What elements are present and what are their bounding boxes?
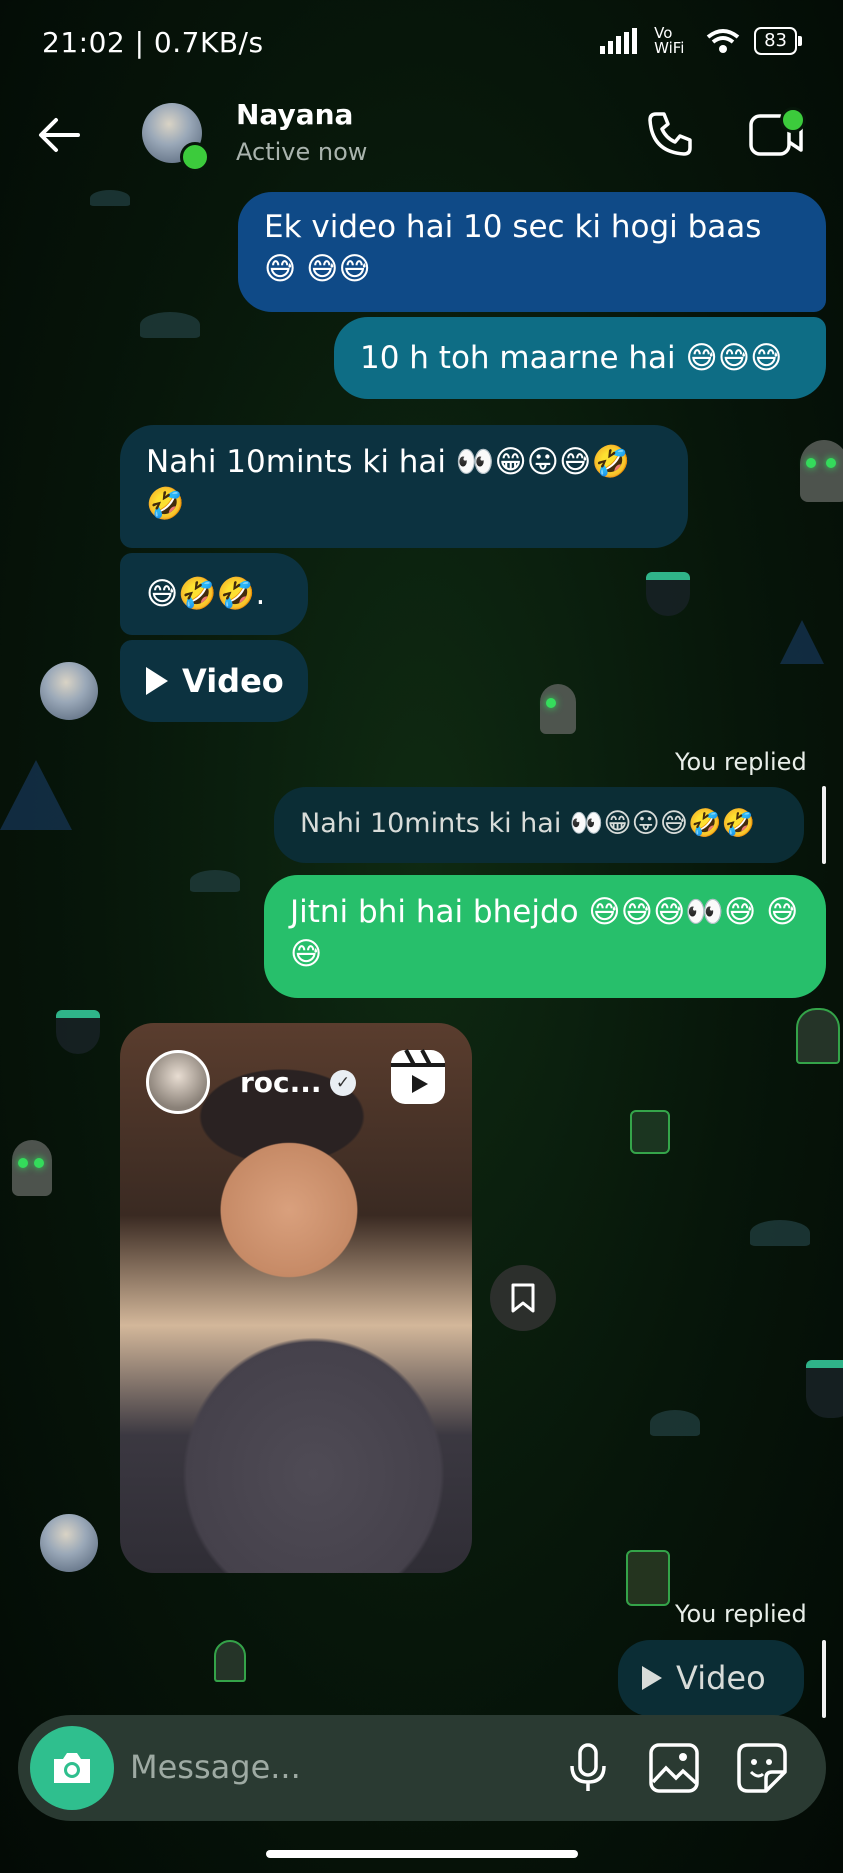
online-indicator — [180, 142, 210, 172]
book-sticker — [630, 1110, 670, 1154]
witch-hat-sticker — [0, 760, 72, 830]
message-text: 10 h toh maarne hai 😅😅😅 — [360, 340, 783, 376]
reply-indicator-bar — [822, 786, 826, 864]
video-label: Video — [676, 1659, 766, 1697]
reply-quote[interactable]: Nahi 10mints ki hai 👀😁😛😅🤣🤣 — [274, 787, 804, 863]
spider-sticker — [650, 1410, 700, 1436]
bat-sticker — [140, 312, 200, 338]
bat-sticker — [750, 1220, 810, 1246]
phone-icon[interactable] — [644, 108, 696, 160]
cauldron-sticker — [56, 1010, 100, 1054]
ghost-sticker — [12, 1140, 52, 1196]
microphone-icon[interactable] — [566, 1742, 610, 1794]
play-icon — [146, 667, 168, 695]
message-sent[interactable]: Jitni bhi hai bhejdo 😅😅😅👀😅 😅😅 — [264, 875, 826, 998]
camera-icon — [54, 1753, 90, 1783]
message-input[interactable]: Message... — [130, 1748, 301, 1786]
ghost-sticker — [540, 684, 576, 734]
contact-name[interactable]: Nayana — [236, 98, 353, 131]
message-text: 😅🤣🤣. — [146, 576, 266, 612]
back-arrow-icon[interactable] — [34, 110, 84, 160]
verified-badge-icon: ✓ — [330, 1070, 356, 1096]
gallery-icon[interactable] — [648, 1742, 700, 1794]
status-icons: Vo WiFi 83 — [600, 24, 802, 57]
replied-label: You replied — [675, 1600, 807, 1628]
bat-sticker — [90, 190, 130, 206]
wifi-icon — [706, 29, 740, 53]
sender-avatar[interactable] — [40, 1514, 98, 1572]
bookmark-icon — [511, 1283, 535, 1313]
ghost-sticker — [800, 440, 843, 502]
gravestone-sticker — [214, 1640, 246, 1682]
video-label: Video — [182, 662, 284, 700]
contact-status: Active now — [236, 138, 368, 166]
message-text: Jitni bhi hai bhejdo 😅😅😅👀😅 😅😅 — [290, 894, 799, 972]
battery-indicator: 83 — [754, 27, 802, 55]
message-received[interactable]: 😅🤣🤣. — [120, 553, 308, 635]
reel-username: roc... — [240, 1066, 322, 1099]
video-message[interactable]: Video — [120, 640, 308, 722]
reply-indicator-bar — [822, 1640, 826, 1718]
sticker-icon[interactable] — [736, 1742, 788, 1794]
reel-author-avatar — [146, 1050, 210, 1114]
message-text: Nahi 10mints ki hai 👀😁😛😅🤣 🤣 — [146, 444, 631, 522]
message-text: Ek video hai 10 sec ki hogi baas 😅 😅😅 — [264, 209, 762, 287]
cauldron-sticker — [806, 1360, 843, 1418]
reels-icon — [391, 1049, 445, 1104]
gravestone-sticker — [796, 1008, 840, 1064]
play-icon — [642, 1666, 662, 1690]
camera-button[interactable] — [30, 1726, 114, 1810]
book-sticker — [626, 1550, 670, 1606]
sender-avatar[interactable] — [40, 662, 98, 720]
witch-hat-sticker — [780, 620, 824, 664]
quote-text: Nahi 10mints ki hai 👀😁😛😅🤣🤣 — [300, 808, 756, 839]
cauldron-sticker — [646, 572, 690, 616]
message-received[interactable]: Nahi 10mints ki hai 👀😁😛😅🤣 🤣 — [120, 425, 688, 548]
message-sent[interactable]: Ek video hai 10 sec ki hogi baas 😅 😅😅 — [238, 192, 826, 312]
signal-icon — [600, 28, 638, 54]
home-indicator[interactable] — [266, 1850, 578, 1858]
save-reel-button[interactable] — [490, 1265, 556, 1331]
reply-quote-video[interactable]: Video — [618, 1640, 804, 1716]
bat-sticker — [190, 870, 240, 892]
message-sent[interactable]: 10 h toh maarne hai 😅😅😅 — [334, 317, 826, 399]
status-time: 21:02 | 0.7KB/s — [42, 26, 264, 59]
replied-label: You replied — [675, 748, 807, 776]
video-active-dot — [780, 107, 806, 133]
vowifi-label: Vo WiFi — [654, 24, 685, 57]
